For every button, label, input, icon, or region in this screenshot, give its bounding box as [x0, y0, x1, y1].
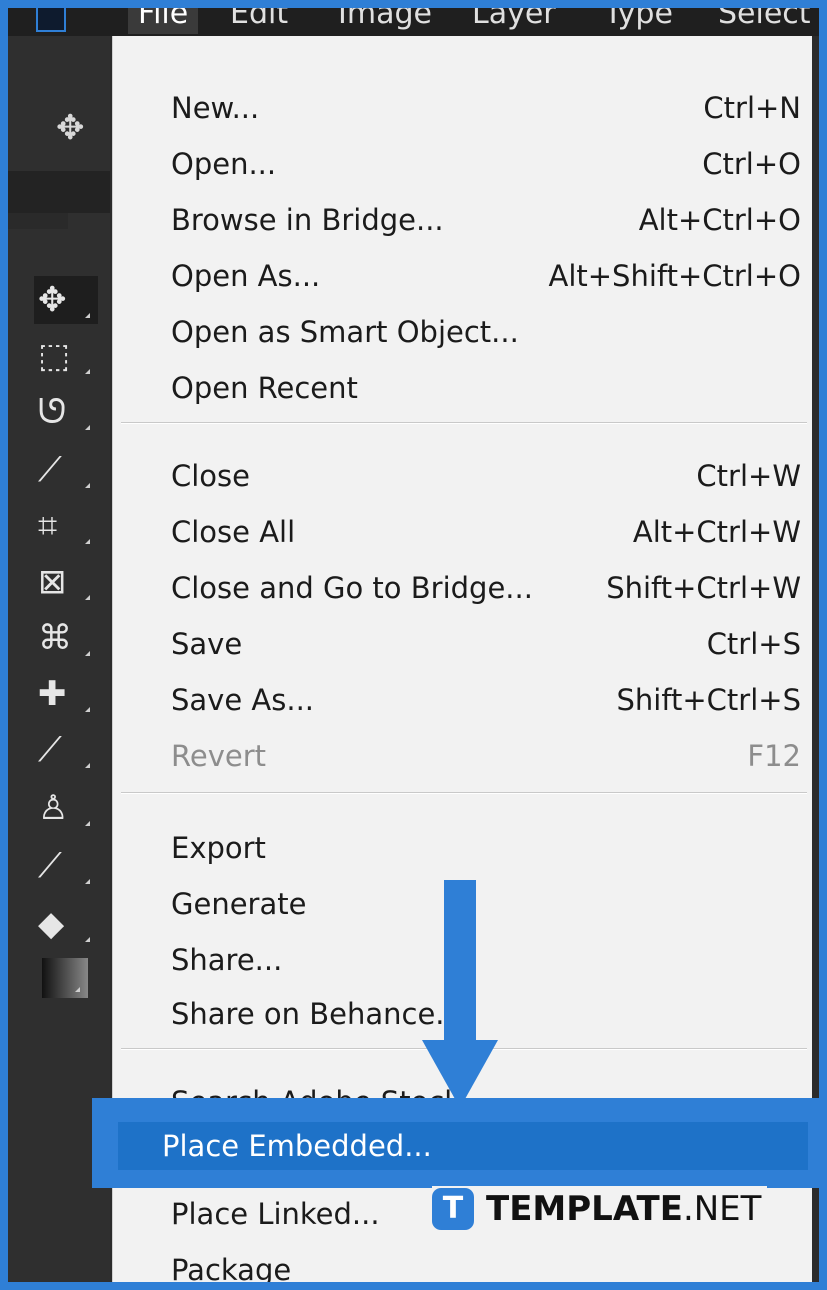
- menu-item-label: Close: [171, 459, 250, 493]
- menu-item-shortcut: Ctrl+W: [696, 459, 801, 493]
- menu-item-shortcut: Alt+Shift+Ctrl+O: [548, 259, 801, 293]
- menu-type[interactable]: Type: [594, 8, 683, 34]
- menu-item-close-all[interactable]: Close All Alt+Ctrl+W: [113, 504, 813, 560]
- menu-item-label: Revert: [171, 739, 266, 773]
- menu-item-label: Place Embedded...: [162, 1129, 432, 1163]
- menu-item-open-as-smart-object[interactable]: Open as Smart Object...: [113, 304, 813, 360]
- gradient-tool-icon[interactable]: [42, 958, 88, 998]
- menu-item-label: Close and Go to Bridge...: [171, 571, 533, 605]
- app-window: File Edit Image Layer Type Select ✥ ✥ ⬚ ᘎ ⟋…: [8, 8, 819, 1282]
- template-logo-icon: T: [432, 1188, 474, 1230]
- move-tool-icon[interactable]: ✥: [34, 276, 98, 324]
- menu-item-label: Browse in Bridge...: [171, 203, 444, 237]
- marquee-tool-icon[interactable]: ⬚: [34, 332, 98, 380]
- menu-item-label: Share...: [171, 943, 283, 977]
- menu-item-shortcut: Shift+Ctrl+W: [606, 571, 801, 605]
- template-watermark: T TEMPLATE.NET: [432, 1186, 768, 1232]
- menu-item-label: Open As...: [171, 259, 321, 293]
- menu-item-close[interactable]: Close Ctrl+W: [113, 448, 813, 504]
- menu-item-label: Open Recent: [171, 371, 358, 405]
- menu-item-label: New...: [171, 91, 260, 125]
- menu-item-label: Close All: [171, 515, 296, 549]
- menu-item-label: Place Linked...: [171, 1197, 380, 1231]
- panel-divider: [8, 171, 110, 213]
- menu-item-label: Generate: [171, 887, 307, 921]
- eyedropper-tool-icon[interactable]: ⌘: [34, 614, 98, 662]
- menu-item-label: Export: [171, 831, 266, 865]
- brush-tool-icon[interactable]: ⟋: [34, 726, 98, 774]
- menu-item-shortcut: F12: [747, 739, 801, 773]
- move-arrows-icon[interactable]: ✥: [56, 108, 85, 148]
- menu-item-shortcut: Alt+Ctrl+O: [638, 203, 801, 237]
- menu-item-label: Package: [171, 1253, 292, 1282]
- tools-panel: ✥ ✥ ⬚ ᘎ ⟋ ⌗ ⊠ ⌘ ✚ ⟋ ♙ ⟋ ◆: [8, 36, 110, 1282]
- menu-layer[interactable]: Layer: [462, 8, 566, 34]
- annotation-arrow-icon: [422, 880, 498, 1108]
- menu-item-label: Save: [171, 627, 243, 661]
- menu-item-save-as[interactable]: Save As... Shift+Ctrl+S: [113, 672, 813, 728]
- menu-item-new[interactable]: New... Ctrl+N: [113, 80, 813, 136]
- menu-item-revert: Revert F12: [113, 728, 813, 784]
- menu-item-shortcut: Ctrl+N: [703, 91, 801, 125]
- quick-selection-tool-icon[interactable]: ⟋: [34, 446, 98, 494]
- app-logo-icon: [36, 8, 66, 32]
- panel-grip: [8, 213, 68, 229]
- menu-separator: [121, 792, 807, 794]
- menu-item-export[interactable]: Export: [113, 820, 813, 876]
- menu-item-browse-in-bridge[interactable]: Browse in Bridge... Alt+Ctrl+O: [113, 192, 813, 248]
- eraser-tool-icon[interactable]: ◆: [34, 900, 98, 948]
- menu-bar: File Edit Image Layer Type Select: [8, 8, 819, 36]
- menu-item-shortcut: Ctrl+O: [702, 147, 801, 181]
- menu-item-open-recent[interactable]: Open Recent: [113, 360, 813, 416]
- watermark-suffix: .NET: [682, 1189, 762, 1229]
- menu-item-label: Open as Smart Object...: [171, 315, 519, 349]
- watermark-brand: TEMPLATE: [486, 1189, 683, 1229]
- menu-item-shortcut: Ctrl+S: [706, 627, 801, 661]
- menu-item-shortcut: Alt+Ctrl+W: [632, 515, 801, 549]
- menu-item-open[interactable]: Open... Ctrl+O: [113, 136, 813, 192]
- healing-brush-tool-icon[interactable]: ✚: [34, 670, 98, 718]
- menu-item-label: Open...: [171, 147, 277, 181]
- menu-item-package[interactable]: Package: [113, 1242, 813, 1282]
- menu-item-shortcut: Shift+Ctrl+S: [616, 683, 801, 717]
- menu-select[interactable]: Select: [708, 8, 819, 34]
- menu-separator: [121, 422, 807, 424]
- menu-image[interactable]: Image: [328, 8, 442, 34]
- crop-tool-icon[interactable]: ⌗: [34, 502, 98, 550]
- menu-item-open-as[interactable]: Open As... Alt+Shift+Ctrl+O: [113, 248, 813, 304]
- frame-tool-icon[interactable]: ⊠: [34, 558, 98, 606]
- menu-item-save[interactable]: Save Ctrl+S: [113, 616, 813, 672]
- history-brush-tool-icon[interactable]: ⟋: [34, 842, 98, 890]
- lasso-tool-icon[interactable]: ᘎ: [34, 388, 98, 436]
- menu-item-label: Save As...: [171, 683, 315, 717]
- menu-item-close-and-go-to-bridge[interactable]: Close and Go to Bridge... Shift+Ctrl+W: [113, 560, 813, 616]
- menu-file[interactable]: File: [128, 8, 199, 34]
- stamp-tool-icon[interactable]: ♙: [34, 784, 98, 832]
- menu-edit[interactable]: Edit: [220, 8, 298, 34]
